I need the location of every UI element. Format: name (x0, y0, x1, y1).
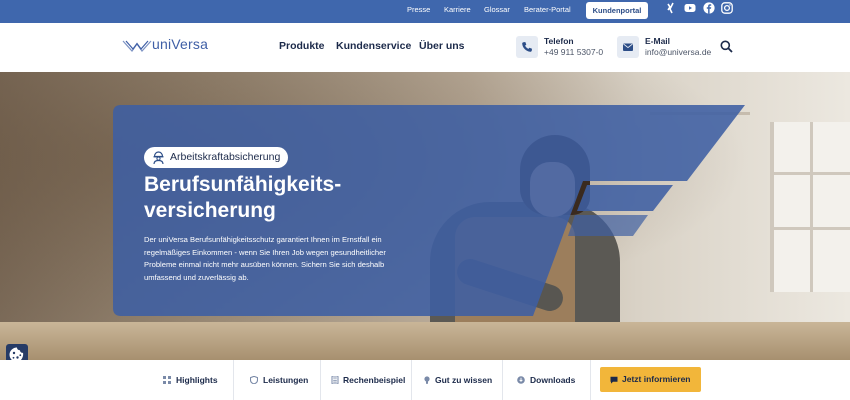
tab-highlights-label: Highlights (176, 375, 218, 385)
chat-icon (610, 376, 618, 384)
tab-downloads[interactable]: Downloads (503, 360, 591, 400)
hero-window (770, 122, 850, 292)
hero-title: Berufsunfähigkeits- versicherung (144, 172, 444, 224)
kundenportal-button[interactable]: Kundenportal (586, 2, 648, 19)
universa-logo-icon[interactable] (122, 38, 152, 54)
phone-label: Telefon (544, 36, 574, 46)
phone-number[interactable]: +49 911 5307-0 (544, 47, 603, 57)
email-address[interactable]: info@universa.de (645, 47, 711, 57)
top-link-berater-portal[interactable]: Berater-Portal (524, 5, 571, 14)
hero-title-line-2: versicherung (144, 199, 276, 222)
email-icon-box[interactable] (617, 36, 639, 58)
jetzt-informieren-button[interactable]: Jetzt informieren (600, 367, 701, 392)
main-header: uniVersa Produkte Kundenservice Über uns… (0, 23, 850, 72)
tab-rechenbeispiel-label: Rechenbeispiel (343, 375, 406, 385)
hero-title-line-1: Berufsunfähigkeits- (144, 173, 342, 196)
hero-description: Der uniVersa Berufsunfähigkeitsschutz ga… (144, 235, 386, 282)
shield-icon (250, 376, 258, 384)
mail-icon (623, 43, 633, 51)
worker-icon (153, 151, 164, 165)
tab-gut-zu-wissen-label: Gut zu wissen (435, 375, 493, 385)
top-link-glossar[interactable]: Glossar (484, 5, 510, 14)
tab-leistungen-label: Leistungen (263, 375, 309, 385)
jetzt-informieren-label: Jetzt informieren (622, 374, 691, 384)
tab-highlights[interactable]: Highlights (148, 360, 234, 400)
tab-leistungen[interactable]: Leistungen (234, 360, 321, 400)
logo-text[interactable]: uniVersa (152, 36, 208, 52)
search-icon[interactable] (720, 40, 733, 53)
youtube-icon[interactable] (684, 2, 696, 14)
tab-downloads-label: Downloads (530, 375, 576, 385)
facebook-icon[interactable] (703, 2, 715, 14)
grid-icon (163, 376, 171, 384)
category-badge: Arbeitskraftabsicherung (144, 147, 289, 168)
top-link-karriere[interactable]: Karriere (444, 5, 471, 14)
nav-ueber-uns[interactable]: Über uns (419, 40, 465, 52)
phone-icon-box[interactable] (516, 36, 538, 58)
tab-rechenbeispiel[interactable]: Rechenbeispiel (321, 360, 412, 400)
download-icon (517, 376, 525, 384)
lightbulb-icon (424, 376, 430, 384)
top-link-presse[interactable]: Presse (407, 5, 430, 14)
hero-workbench (0, 322, 850, 360)
tab-gut-zu-wissen[interactable]: Gut zu wissen (412, 360, 503, 400)
category-badge-label: Arbeitskraftabsicherung (170, 151, 281, 163)
instagram-icon[interactable] (721, 2, 733, 14)
xing-icon[interactable] (666, 2, 678, 14)
calculator-icon (331, 376, 339, 384)
top-bar: Presse Karriere Glossar Berater-Portal K… (0, 0, 850, 23)
phone-icon (522, 42, 532, 52)
section-tab-bar: Highlights Leistungen Rechenbeispiel Gut… (0, 360, 850, 400)
nav-produkte[interactable]: Produkte (279, 40, 325, 52)
email-label: E-Mail (645, 36, 671, 46)
nav-kundenservice[interactable]: Kundenservice (336, 40, 411, 52)
